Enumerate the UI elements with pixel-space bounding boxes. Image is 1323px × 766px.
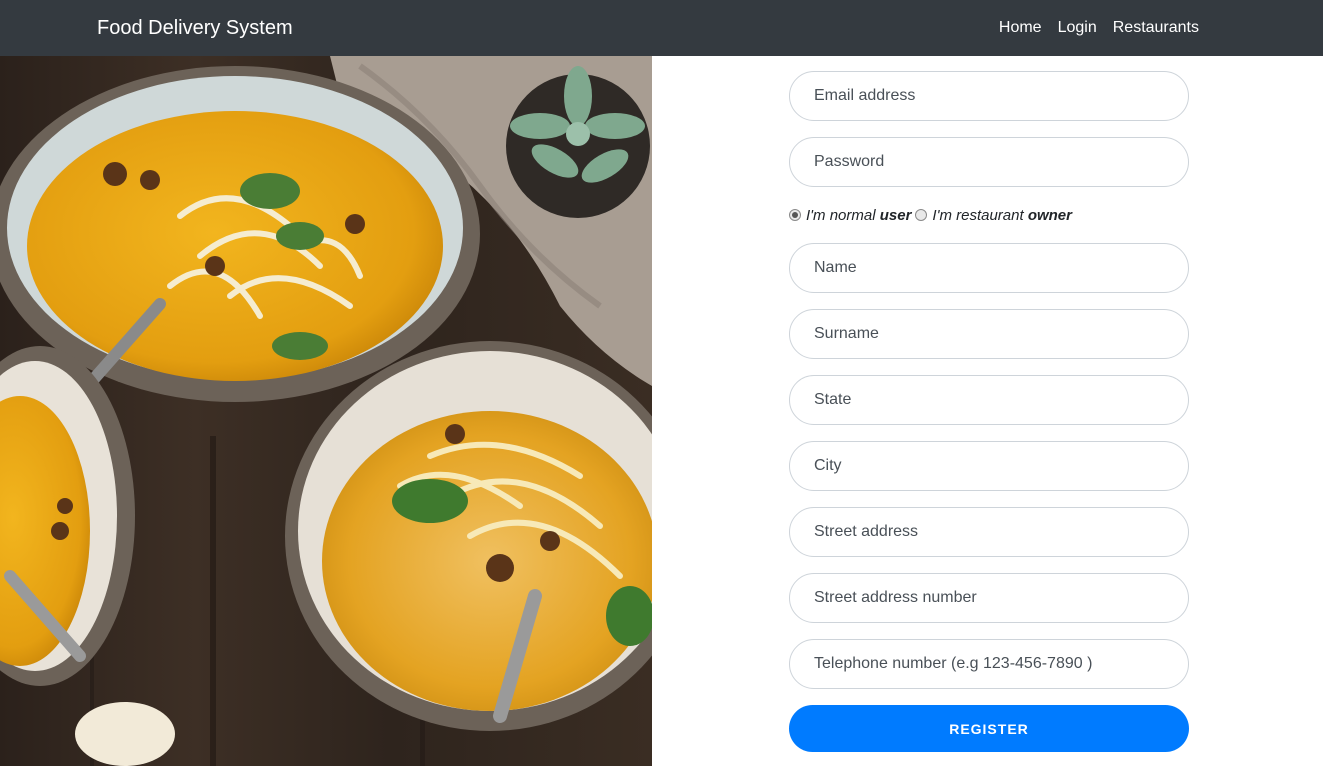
name-input[interactable] <box>789 243 1189 293</box>
nav-links: Home Login Restaurants <box>999 18 1199 38</box>
hero-food-image <box>0 56 652 766</box>
street-number-input[interactable] <box>789 573 1189 623</box>
user-radio-bold: user <box>879 206 912 224</box>
navbar: Food Delivery System Home Login Restaura… <box>0 0 1323 56</box>
password-input[interactable] <box>789 137 1189 187</box>
register-button[interactable]: REGISTER <box>789 705 1189 752</box>
street-address-input[interactable] <box>789 507 1189 557</box>
brand-link[interactable]: Food Delivery System <box>97 16 293 40</box>
city-input[interactable] <box>789 441 1189 491</box>
surname-input[interactable] <box>789 309 1189 359</box>
soup-bowls-illustration <box>0 56 652 766</box>
nav-restaurants-link[interactable]: Restaurants <box>1113 18 1199 38</box>
state-input[interactable] <box>789 375 1189 425</box>
role-option-owner[interactable]: I'm restaurant owner <box>915 207 1072 224</box>
email-input[interactable] <box>789 71 1189 121</box>
registration-form: I'm normal user I'm restaurant owner REG… <box>789 71 1189 752</box>
user-radio-prefix: I'm normal <box>806 206 876 224</box>
nav-login-link[interactable]: Login <box>1058 18 1097 38</box>
owner-radio-bold: owner <box>1027 206 1072 224</box>
owner-radio-prefix: I'm restaurant <box>932 206 1024 224</box>
nav-home-link[interactable]: Home <box>999 18 1042 38</box>
telephone-input[interactable] <box>789 639 1189 689</box>
role-selector: I'm normal user I'm restaurant owner <box>789 205 1189 225</box>
owner-radio[interactable] <box>915 209 928 221</box>
role-option-user[interactable]: I'm normal user <box>789 207 911 224</box>
user-radio[interactable] <box>789 209 801 221</box>
